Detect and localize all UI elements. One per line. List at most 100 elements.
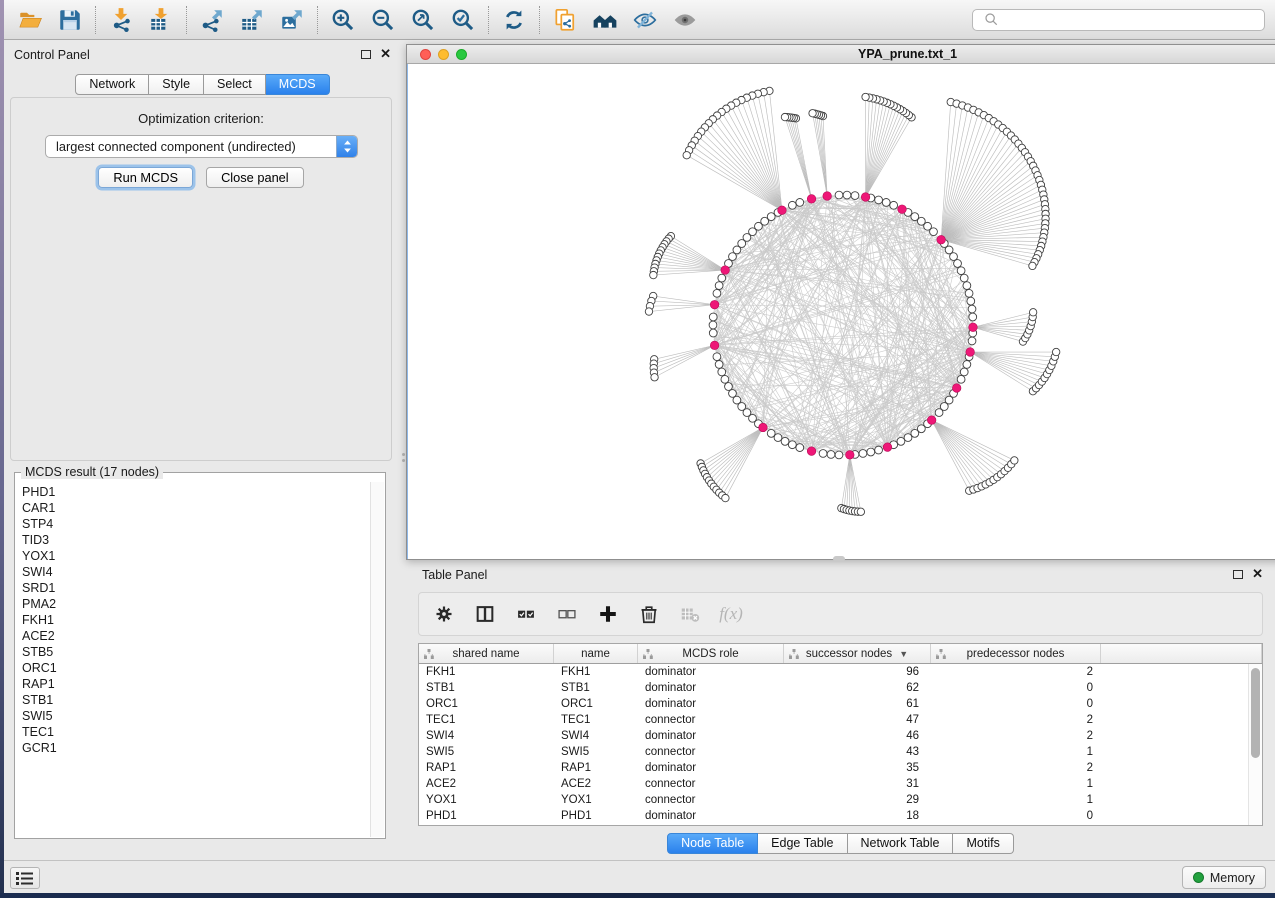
show-columns-button[interactable] <box>472 601 498 627</box>
save-button[interactable] <box>50 3 90 37</box>
tab-select[interactable]: Select <box>204 74 266 95</box>
tab-node-table[interactable]: Node Table <box>667 833 758 854</box>
run-mcds-button[interactable]: Run MCDS <box>98 167 193 188</box>
task-history-button[interactable] <box>10 867 40 889</box>
table-row[interactable]: SWI4SWI4dominator462 <box>419 728 1262 744</box>
table-toolbar: f(x) <box>418 592 1263 636</box>
toolbar-separator <box>95 6 96 34</box>
mcds-result-legend: MCDS result (17 nodes) <box>21 465 163 479</box>
mcds-result-item[interactable]: GCR1 <box>22 740 370 756</box>
mcds-result-item[interactable]: TEC1 <box>22 724 370 740</box>
zoom-selected-button[interactable] <box>443 3 483 37</box>
table-row[interactable]: YOX1YOX1connector291 <box>419 792 1262 808</box>
export-network-button[interactable] <box>192 3 232 37</box>
table-row[interactable]: TEC1TEC1connector472 <box>419 712 1262 728</box>
zoom-fit-button[interactable] <box>403 3 443 37</box>
column-type-icon <box>643 649 653 659</box>
mcds-result-item[interactable]: SWI4 <box>22 564 370 580</box>
import-table-button[interactable] <box>141 3 181 37</box>
search-input[interactable] <box>1005 11 1264 29</box>
cell: PHD1 <box>419 808 554 824</box>
control-panel-tabs: NetworkStyleSelectMCDS <box>5 74 400 95</box>
settings-gear-button[interactable] <box>431 601 457 627</box>
tab-motifs[interactable]: Motifs <box>953 833 1013 854</box>
hide-selected-button[interactable] <box>625 3 665 37</box>
select-all-button[interactable] <box>513 601 539 627</box>
table-row[interactable]: ACE2ACE2connector311 <box>419 776 1262 792</box>
mcds-result-item[interactable]: STB5 <box>22 644 370 660</box>
mcds-result-item[interactable]: ACE2 <box>22 628 370 644</box>
mcds-result-item[interactable]: CAR1 <box>22 500 370 516</box>
zoom-in-button[interactable] <box>323 3 363 37</box>
column-header-successor-nodes[interactable]: successor nodes▼ <box>784 644 931 663</box>
column-label: MCDS role <box>682 648 738 660</box>
tab-network[interactable]: Network <box>75 74 149 95</box>
minimize-window-icon[interactable] <box>438 49 449 60</box>
cell: SWI4 <box>419 728 554 744</box>
search-box[interactable] <box>972 9 1265 31</box>
cell <box>1101 808 1262 824</box>
open-button[interactable] <box>10 3 50 37</box>
tab-network-table[interactable]: Network Table <box>848 833 954 854</box>
mcds-result-item[interactable]: SWI5 <box>22 708 370 724</box>
table-scrollbar[interactable] <box>1248 664 1262 825</box>
mcds-result-item[interactable]: FKH1 <box>22 612 370 628</box>
refresh-button[interactable] <box>494 3 534 37</box>
import-network-icon <box>108 7 134 33</box>
mcds-result-scrollbar[interactable] <box>370 482 384 837</box>
close-panel-icon[interactable]: ✕ <box>380 49 391 59</box>
table-tabs: Node TableEdge TableNetwork TableMotifs <box>406 833 1275 854</box>
network-canvas[interactable] <box>407 64 1275 559</box>
table-row[interactable]: FKH1FKH1dominator962 <box>419 664 1262 680</box>
cell: ACE2 <box>554 776 638 792</box>
tab-edge-table[interactable]: Edge Table <box>758 833 847 854</box>
column-header-MCDS-role[interactable]: MCDS role <box>638 644 784 663</box>
refresh-icon <box>501 7 527 33</box>
first-neighbors-button[interactable] <box>585 3 625 37</box>
tab-style[interactable]: Style <box>149 74 204 95</box>
mcds-result-item[interactable]: TID3 <box>22 532 370 548</box>
table-row[interactable]: SWI5SWI5connector431 <box>419 744 1262 760</box>
column-header-name[interactable]: name <box>554 644 638 663</box>
export-image-button[interactable] <box>272 3 312 37</box>
dropdown-stepper-icon <box>336 135 357 158</box>
column-header-shared-name[interactable]: shared name <box>419 644 554 663</box>
import-table-icon <box>148 7 174 33</box>
mcds-result-item[interactable]: ORC1 <box>22 660 370 676</box>
tab-mcds[interactable]: MCDS <box>266 74 330 95</box>
close-panel-button[interactable]: Close panel <box>206 167 304 188</box>
network-window-titlebar[interactable]: YPA_prune.txt_1 <box>407 45 1275 64</box>
float-table-panel-icon[interactable] <box>1233 570 1243 579</box>
float-panel-icon[interactable] <box>361 50 371 59</box>
mcds-result-item[interactable]: STP4 <box>22 516 370 532</box>
close-table-panel-icon[interactable]: ✕ <box>1252 569 1263 579</box>
control-panel-title: Control Panel <box>14 48 90 62</box>
deselect-all-button[interactable] <box>554 601 580 627</box>
mcds-result-item[interactable]: PMA2 <box>22 596 370 612</box>
table-row[interactable]: STB1STB1dominator620 <box>419 680 1262 696</box>
table-scrollbar-thumb[interactable] <box>1251 668 1260 758</box>
column-header-predecessor-nodes[interactable]: predecessor nodes <box>931 644 1101 663</box>
table-row[interactable]: ORC1ORC1dominator610 <box>419 696 1262 712</box>
show-all-button[interactable] <box>665 3 705 37</box>
network-graph[interactable] <box>408 64 1275 559</box>
criterion-dropdown[interactable]: largest connected component (undirected) <box>45 135 358 158</box>
zoom-out-button[interactable] <box>363 3 403 37</box>
export-table-button[interactable] <box>232 3 272 37</box>
mcds-result-item[interactable]: RAP1 <box>22 676 370 692</box>
column-header-filler <box>1101 644 1262 663</box>
mcds-result-item[interactable]: YOX1 <box>22 548 370 564</box>
delete-columns-button[interactable] <box>636 601 662 627</box>
mcds-result-item[interactable]: PHD1 <box>22 484 370 500</box>
table-row[interactable]: RAP1RAP1dominator352 <box>419 760 1262 776</box>
mcds-result-item[interactable]: SRD1 <box>22 580 370 596</box>
memory-button[interactable]: Memory <box>1182 866 1266 889</box>
import-network-button[interactable] <box>101 3 141 37</box>
table-row[interactable]: PHD1PHD1dominator180 <box>419 808 1262 824</box>
mcds-result-list[interactable]: PHD1CAR1STP4TID3YOX1SWI4SRD1PMA2FKH1ACE2… <box>16 484 370 837</box>
mcds-result-item[interactable]: STB1 <box>22 692 370 708</box>
add-column-button[interactable] <box>595 601 621 627</box>
clone-network-button[interactable] <box>545 3 585 37</box>
maximize-window-icon[interactable] <box>456 49 467 60</box>
close-window-icon[interactable] <box>420 49 431 60</box>
